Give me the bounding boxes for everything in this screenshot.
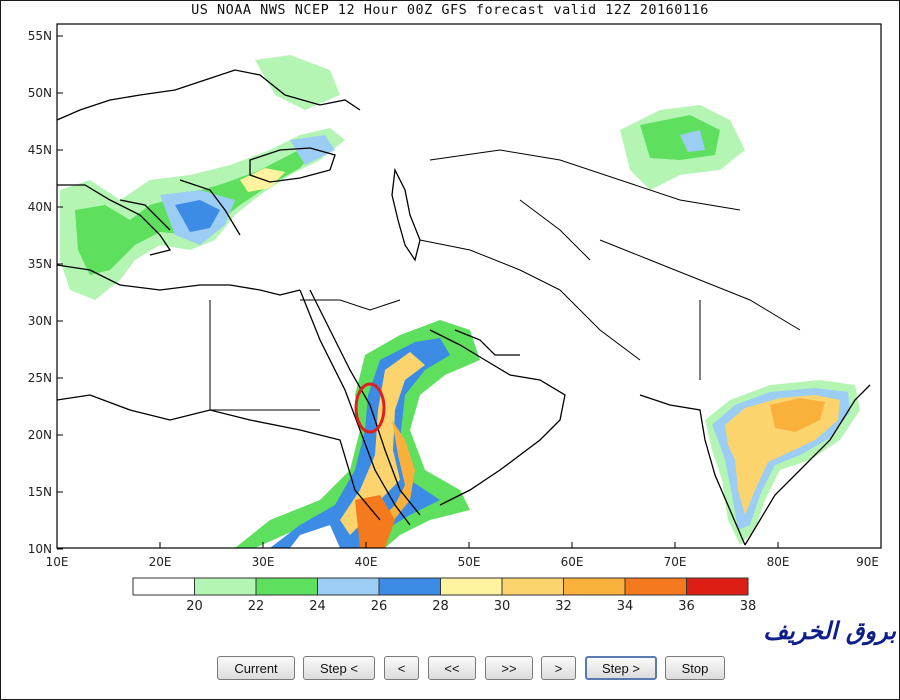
lon-label: 80E — [767, 555, 790, 569]
colorbar-label: 30 — [494, 599, 511, 614]
colorbar-label: 22 — [248, 599, 265, 614]
colorbar-swatch — [378, 577, 441, 596]
lat-label: 40N — [28, 200, 52, 214]
colorbar-swatch — [440, 577, 503, 596]
next-button[interactable]: > — [541, 656, 576, 680]
colorbar-label: 36 — [678, 599, 695, 614]
lon-label: 20E — [149, 555, 172, 569]
colorbar-label: 32 — [555, 599, 572, 614]
colorbar-label: 28 — [432, 599, 449, 614]
colorbar-swatch — [317, 577, 380, 596]
colorbar-swatch — [194, 577, 257, 596]
lon-label: 60E — [561, 555, 584, 569]
lon-label: 50E — [458, 555, 481, 569]
colorbar-swatch — [686, 577, 749, 596]
watermark-text: بروق الخريف — [763, 616, 896, 645]
step-forward-button[interactable]: Step > — [585, 656, 657, 680]
lat-label: 55N — [28, 29, 52, 43]
lon-label: 90E — [856, 555, 879, 569]
colorbar — [132, 577, 749, 596]
lat-label: 10N — [28, 542, 52, 556]
colorbar-label: 38 — [740, 599, 757, 614]
colorbar-swatch — [501, 577, 564, 596]
lon-label: 70E — [664, 555, 687, 569]
lat-label: 30N — [28, 314, 52, 328]
lat-label: 15N — [28, 485, 52, 499]
colorbar-swatch — [563, 577, 626, 596]
lon-label: 40E — [355, 555, 378, 569]
prev-button[interactable]: < — [384, 656, 419, 680]
colorbar-label: 26 — [371, 599, 388, 614]
lat-label: 25N — [28, 371, 52, 385]
lon-label: 10E — [46, 555, 69, 569]
colorbar-swatch — [132, 577, 195, 596]
colorbar-swatch — [624, 577, 687, 596]
colorbar-label: 34 — [617, 599, 634, 614]
lon-label: 30E — [252, 555, 275, 569]
stop-button[interactable]: Stop — [665, 656, 725, 680]
step-back-button[interactable]: Step < — [303, 656, 375, 680]
lat-label: 50N — [28, 86, 52, 100]
rewind-button[interactable]: << — [428, 656, 476, 680]
lat-label: 35N — [28, 257, 52, 271]
colorbar-labels: 20 22 24 26 28 30 32 34 36 38 — [186, 599, 756, 614]
current-button[interactable]: Current — [217, 656, 295, 680]
fast-forward-button[interactable]: >> — [485, 656, 533, 680]
lat-label: 20N — [28, 428, 52, 442]
colorbar-label: 24 — [309, 599, 326, 614]
colorbar-swatch — [255, 577, 318, 596]
lat-label: 45N — [28, 143, 52, 157]
map-figure: 55N 50N 45N 40N 35N 30N 25N 20N 15N 10N 10E 20E 30E… — [28, 23, 882, 614]
colorbar-label: 20 — [186, 599, 203, 614]
